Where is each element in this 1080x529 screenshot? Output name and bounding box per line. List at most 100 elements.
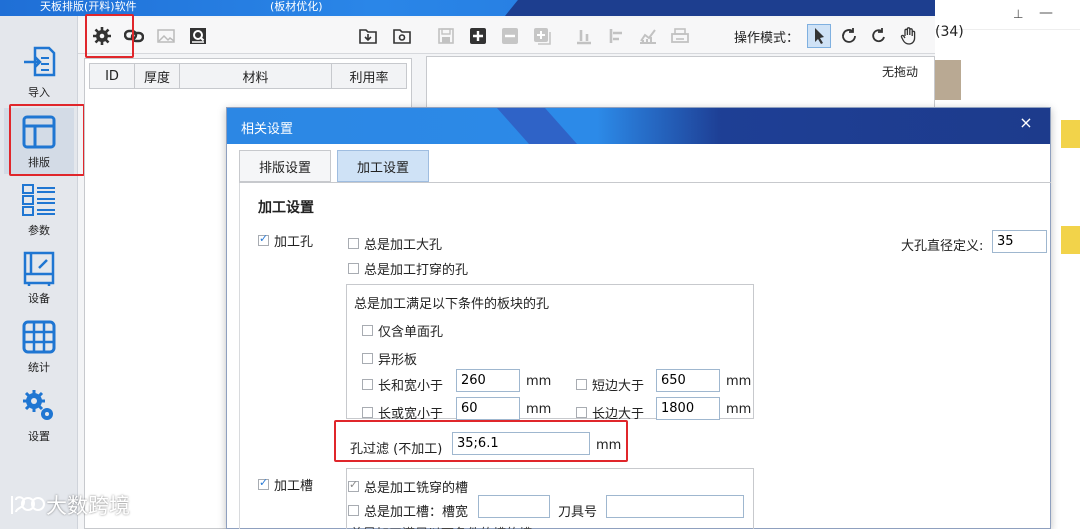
sidebar-item-params[interactable]: 参数 <box>4 176 74 242</box>
sidebar-item-stats[interactable]: 统计 <box>4 313 74 379</box>
avatar[interactable] <box>1061 120 1080 148</box>
long-edge-input[interactable] <box>656 397 720 420</box>
import-folder-button[interactable] <box>356 24 380 48</box>
checkbox[interactable] <box>576 379 587 390</box>
checkbox-checked[interactable] <box>348 478 359 492</box>
sidebar-item-label: 统计 <box>28 361 50 374</box>
folder-down-icon <box>359 29 377 44</box>
remove-button[interactable] <box>498 24 522 48</box>
add-button[interactable] <box>466 24 490 48</box>
image-button[interactable] <box>154 24 178 48</box>
checkbox[interactable] <box>362 379 373 390</box>
sidebar: 导入 排版 参数 设备 统计 设置 <box>0 16 78 529</box>
process-slots-checkbox[interactable]: 加工槽 <box>258 475 313 494</box>
checkbox[interactable] <box>362 407 373 418</box>
avatar[interactable] <box>1061 226 1080 254</box>
save-icon <box>438 28 454 44</box>
checkbox[interactable] <box>348 505 359 516</box>
toolbar: 操作模式： <box>78 18 935 54</box>
section-title: 加工设置 <box>258 200 314 216</box>
shaped-board-checkbox[interactable]: 异形板 <box>362 349 417 368</box>
column-header-material[interactable]: 材料 <box>179 63 332 89</box>
len-or-width-input[interactable] <box>456 397 520 420</box>
refresh-mode-button[interactable] <box>867 24 891 48</box>
checkbox[interactable] <box>362 325 373 336</box>
checkbox-checked[interactable] <box>258 476 269 490</box>
close-icon[interactable]: × <box>1016 113 1036 133</box>
print-button[interactable] <box>668 24 692 48</box>
align-left-icon <box>609 29 622 43</box>
save-button[interactable] <box>434 24 458 48</box>
preview-button[interactable] <box>186 24 210 48</box>
checkbox-label: 加工槽 <box>274 479 314 494</box>
minimize-icon[interactable]: — <box>1039 5 1053 21</box>
rotate-mode-button[interactable] <box>837 24 861 48</box>
checkbox[interactable] <box>348 238 359 249</box>
sidebar-item-device[interactable]: 设备 <box>4 244 74 310</box>
sidebar-item-label: 参数 <box>28 224 50 237</box>
rotate-icon <box>842 28 856 43</box>
processing-settings-panel: 加工设置 加工孔 总是加工大孔 总是加工打穿的孔 大孔直径定义: 总是加工满足以… <box>239 183 1051 529</box>
plus-icon <box>470 28 486 44</box>
machine-icon <box>23 251 55 286</box>
always-slot-width-checkbox[interactable]: 总是加工槽：槽宽 <box>348 501 468 520</box>
checkbox-label: 异形板 <box>378 353 418 368</box>
watermark-text: 大数跨境 <box>46 494 130 518</box>
tool-number-label: 刀具号 <box>558 505 598 520</box>
add-copy-button[interactable] <box>530 24 554 48</box>
cursor-icon <box>815 28 824 44</box>
checkbox[interactable] <box>362 353 373 364</box>
chart-button[interactable] <box>636 24 660 48</box>
always-mill-through-slots-checkbox[interactable]: 总是加工铣穿的槽 <box>348 477 468 496</box>
single-face-holes-checkbox[interactable]: 仅含单面孔 <box>362 321 443 340</box>
checkbox-label: 总是加工打穿的孔 <box>364 263 469 278</box>
preview-icon <box>190 28 206 44</box>
unit-label: mm <box>726 402 752 417</box>
tool-number-input[interactable] <box>606 495 744 518</box>
always-large-holes-checkbox[interactable]: 总是加工大孔 <box>348 234 442 253</box>
import-icon <box>24 46 56 77</box>
op-mode-label: 操作模式： <box>734 31 800 46</box>
short-edge-input[interactable] <box>656 369 720 392</box>
settings-dialog: 相关设置 × 排版设置 加工设置 加工设置 加工孔 总是加工大孔 总是加工打穿的… <box>226 107 1051 529</box>
title-decoration <box>505 0 935 16</box>
app-subtitle: (板材优化) <box>270 0 323 13</box>
thumbnail-image[interactable] <box>935 60 961 100</box>
checkbox-label: 总是加工铣穿的槽 <box>364 481 469 496</box>
column-header-utilization[interactable]: 利用率 <box>331 63 407 89</box>
tab-processing-settings[interactable]: 加工设置 <box>337 150 429 182</box>
app-title: 天板排版(开料)软件 <box>40 0 137 13</box>
dialog-tabs: 排版设置 加工设置 <box>239 150 1051 183</box>
folder-gear-icon <box>393 29 411 44</box>
checkbox-label: 总是加工大孔 <box>364 238 443 253</box>
checkbox-checked[interactable] <box>258 232 269 246</box>
watermark: 大数跨境 <box>6 490 130 520</box>
align-bottom-button[interactable] <box>572 24 596 48</box>
slot-width-input[interactable] <box>478 495 550 518</box>
len-and-width-input[interactable] <box>456 369 520 392</box>
checkbox-label: 短边大于 <box>592 379 645 394</box>
column-header-id[interactable]: ID <box>89 63 135 89</box>
count-label: (34) <box>935 24 964 40</box>
checkbox-label: 加工孔 <box>274 235 314 250</box>
always-through-holes-checkbox[interactable]: 总是加工打穿的孔 <box>348 259 468 278</box>
select-mode-button[interactable] <box>807 24 831 48</box>
pan-mode-button[interactable] <box>897 24 921 48</box>
unit-label: mm <box>726 374 752 389</box>
pin-icon[interactable]: ⊥ <box>1013 7 1023 21</box>
column-header-thickness[interactable]: 厚度 <box>134 63 180 89</box>
drag-status: 无拖动 <box>881 65 918 79</box>
checkbox[interactable] <box>576 407 587 418</box>
process-holes-checkbox[interactable]: 加工孔 <box>258 231 313 250</box>
sidebar-item-label: 导入 <box>28 86 50 99</box>
short-edge-greater-checkbox[interactable]: 短边大于 <box>576 375 644 394</box>
export-folder-button[interactable] <box>390 24 414 48</box>
watermark-logo-icon <box>11 496 45 514</box>
tab-layout-settings[interactable]: 排版设置 <box>239 150 331 182</box>
sidebar-item-import[interactable]: 导入 <box>4 38 74 104</box>
align-left-button[interactable] <box>604 24 628 48</box>
len-and-width-less-checkbox[interactable]: 长和宽小于 <box>362 375 443 394</box>
sidebar-item-settings[interactable]: 设置 <box>4 382 74 448</box>
large-hole-diameter-input[interactable] <box>992 230 1047 253</box>
checkbox[interactable] <box>348 263 359 274</box>
